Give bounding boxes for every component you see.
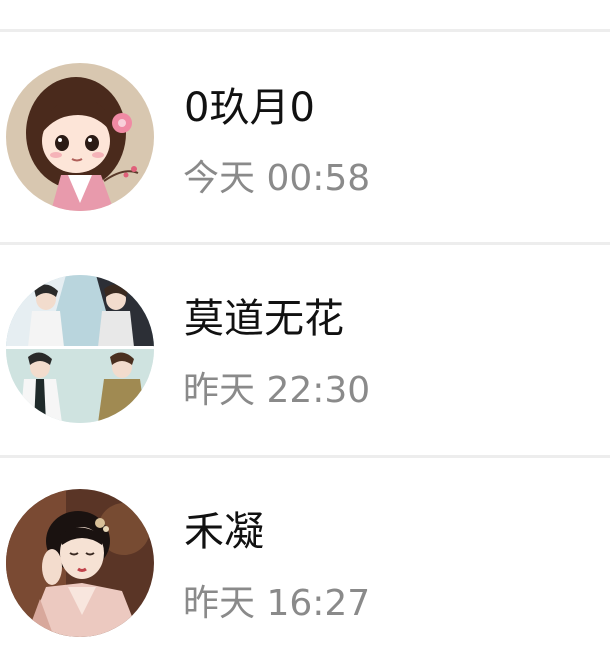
list-item[interactable]: 0玖月0 今天 00:58 — [0, 32, 610, 242]
top-strip — [0, 0, 610, 29]
cartoon-girl-avatar-icon — [6, 63, 154, 211]
hanfu-portrait-avatar-icon — [6, 489, 154, 637]
contact-name: 禾凝 — [184, 509, 264, 555]
message-time: 今天 00:58 — [183, 158, 371, 199]
message-time: 昨天 16:27 — [183, 583, 371, 624]
list-item[interactable]: 禾凝 昨天 16:27 — [0, 458, 610, 668]
contact-name: 0玖月0 — [184, 85, 315, 131]
list-item[interactable]: 莫道无花 昨天 22:30 — [0, 245, 610, 455]
message-time: 昨天 22:30 — [183, 370, 371, 411]
anime-collage-avatar-icon — [6, 275, 154, 423]
contact-name: 莫道无花 — [184, 296, 344, 342]
